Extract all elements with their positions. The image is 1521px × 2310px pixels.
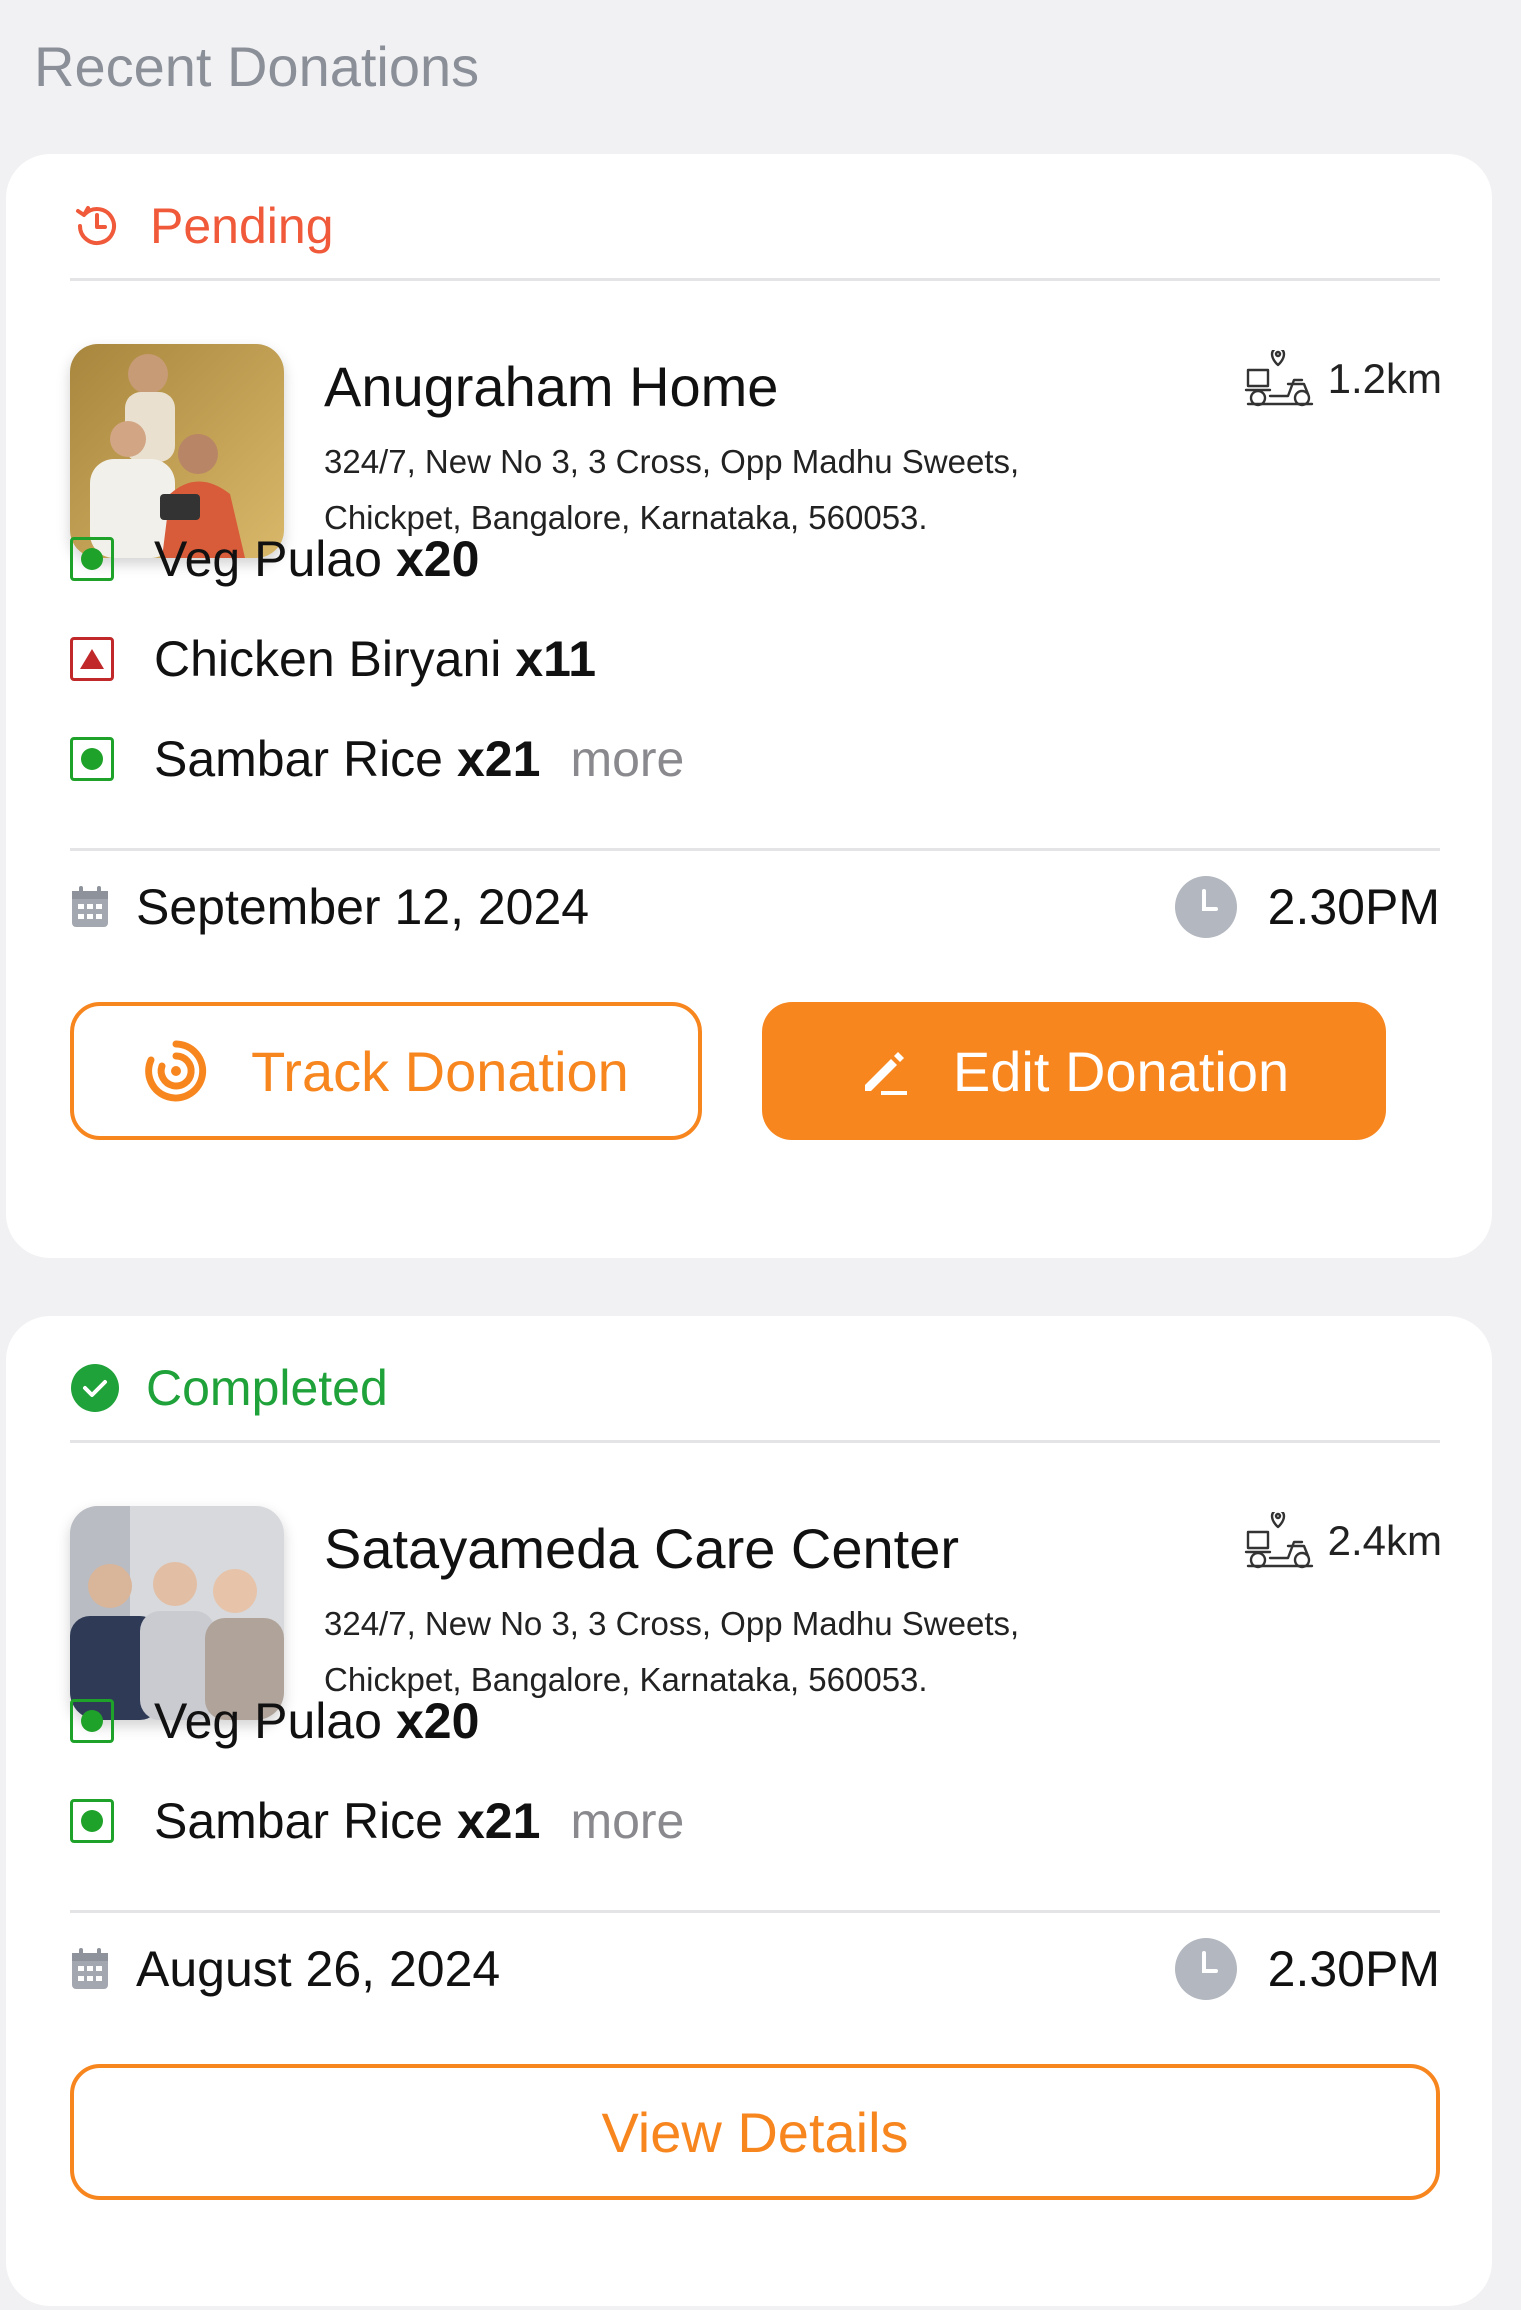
distance: 1.2km bbox=[1244, 350, 1442, 408]
address-line-1: 324/7, New No 3, 3 Cross, Opp Madhu Swee… bbox=[324, 443, 1020, 480]
divider bbox=[70, 1440, 1440, 1443]
veg-icon bbox=[70, 737, 114, 781]
more-link[interactable]: more bbox=[570, 1792, 684, 1850]
track-donation-button[interactable]: Track Donation bbox=[70, 1002, 702, 1140]
food-item-name: Chicken Biryani bbox=[154, 631, 502, 687]
donation-date: August 26, 2024 bbox=[136, 1941, 501, 1997]
status-row: Pending bbox=[70, 190, 334, 262]
more-link[interactable]: more bbox=[570, 730, 684, 788]
address-line-1: 324/7, New No 3, 3 Cross, Opp Madhu Swee… bbox=[324, 1605, 1020, 1642]
food-item: Sambar Rice x21 more bbox=[70, 1786, 684, 1856]
view-details-button[interactable]: View Details bbox=[70, 2064, 1440, 2200]
track-donation-label: Track Donation bbox=[251, 1039, 629, 1103]
calendar-icon bbox=[72, 1948, 108, 1989]
delivery-scooter-icon bbox=[1244, 1512, 1313, 1569]
food-item: Veg Pulao x20 bbox=[70, 1686, 479, 1756]
section-title: Recent Donations bbox=[34, 35, 480, 98]
organization-name: Anugraham Home bbox=[324, 355, 779, 418]
check-circle-icon bbox=[71, 1364, 119, 1412]
food-item-qty: x20 bbox=[395, 1693, 480, 1749]
organization-name: Satayameda Care Center bbox=[324, 1517, 960, 1580]
donation-time: 2.30PM bbox=[1267, 879, 1440, 935]
food-item-qty: x21 bbox=[457, 731, 541, 787]
history-clock-icon bbox=[76, 206, 116, 246]
divider bbox=[70, 1910, 1440, 1913]
clock-icon bbox=[1174, 876, 1237, 938]
status-label: Completed bbox=[146, 1360, 388, 1416]
donation-card-completed[interactable]: Completed Satayameda Care Center 324/7, Ne… bbox=[6, 1316, 1492, 2306]
food-item: Veg Pulao x20 bbox=[70, 524, 479, 594]
food-item: Chicken Biryani x11 bbox=[70, 624, 596, 694]
distance-value: 2.4km bbox=[1327, 1517, 1442, 1564]
status-row: Completed bbox=[70, 1352, 388, 1424]
edit-donation-label: Edit Donation bbox=[952, 1039, 1290, 1103]
veg-icon bbox=[70, 537, 114, 581]
food-item-qty: x21 bbox=[457, 1793, 541, 1849]
donation-date: September 12, 2024 bbox=[136, 879, 590, 935]
veg-icon bbox=[70, 1799, 114, 1843]
food-item-name: Sambar Rice bbox=[154, 731, 443, 787]
edit-pencil-icon bbox=[864, 1052, 907, 1095]
status-label: Pending bbox=[150, 198, 334, 254]
target-icon bbox=[145, 1040, 207, 1102]
donation-card-pending[interactable]: Pending Anugraham Home 324/7, New No 3, … bbox=[6, 154, 1492, 1258]
food-item: Sambar Rice x21 more bbox=[70, 724, 684, 794]
non-veg-icon bbox=[70, 637, 114, 681]
view-details-label: View Details bbox=[601, 2100, 909, 2164]
food-item-name: Veg Pulao bbox=[154, 1693, 382, 1749]
schedule-row: August 26, 2024 2.30PM bbox=[70, 1934, 1440, 2004]
distance-value: 1.2km bbox=[1327, 355, 1442, 402]
food-item-name: Veg Pulao bbox=[154, 531, 382, 587]
divider bbox=[70, 278, 1440, 281]
food-item-qty: x20 bbox=[395, 531, 480, 587]
divider bbox=[70, 848, 1440, 851]
food-item-name: Sambar Rice bbox=[154, 1793, 443, 1849]
edit-donation-button[interactable]: Edit Donation bbox=[762, 1002, 1386, 1140]
donation-time: 2.30PM bbox=[1267, 1941, 1440, 1997]
delivery-scooter-icon bbox=[1244, 350, 1313, 407]
distance: 2.4km bbox=[1244, 1512, 1442, 1570]
food-item-qty: x11 bbox=[515, 631, 597, 687]
clock-icon bbox=[1174, 1938, 1237, 2000]
veg-icon bbox=[70, 1699, 114, 1743]
calendar-icon bbox=[72, 886, 108, 927]
schedule-row: September 12, 2024 2.30PM bbox=[70, 872, 1440, 942]
